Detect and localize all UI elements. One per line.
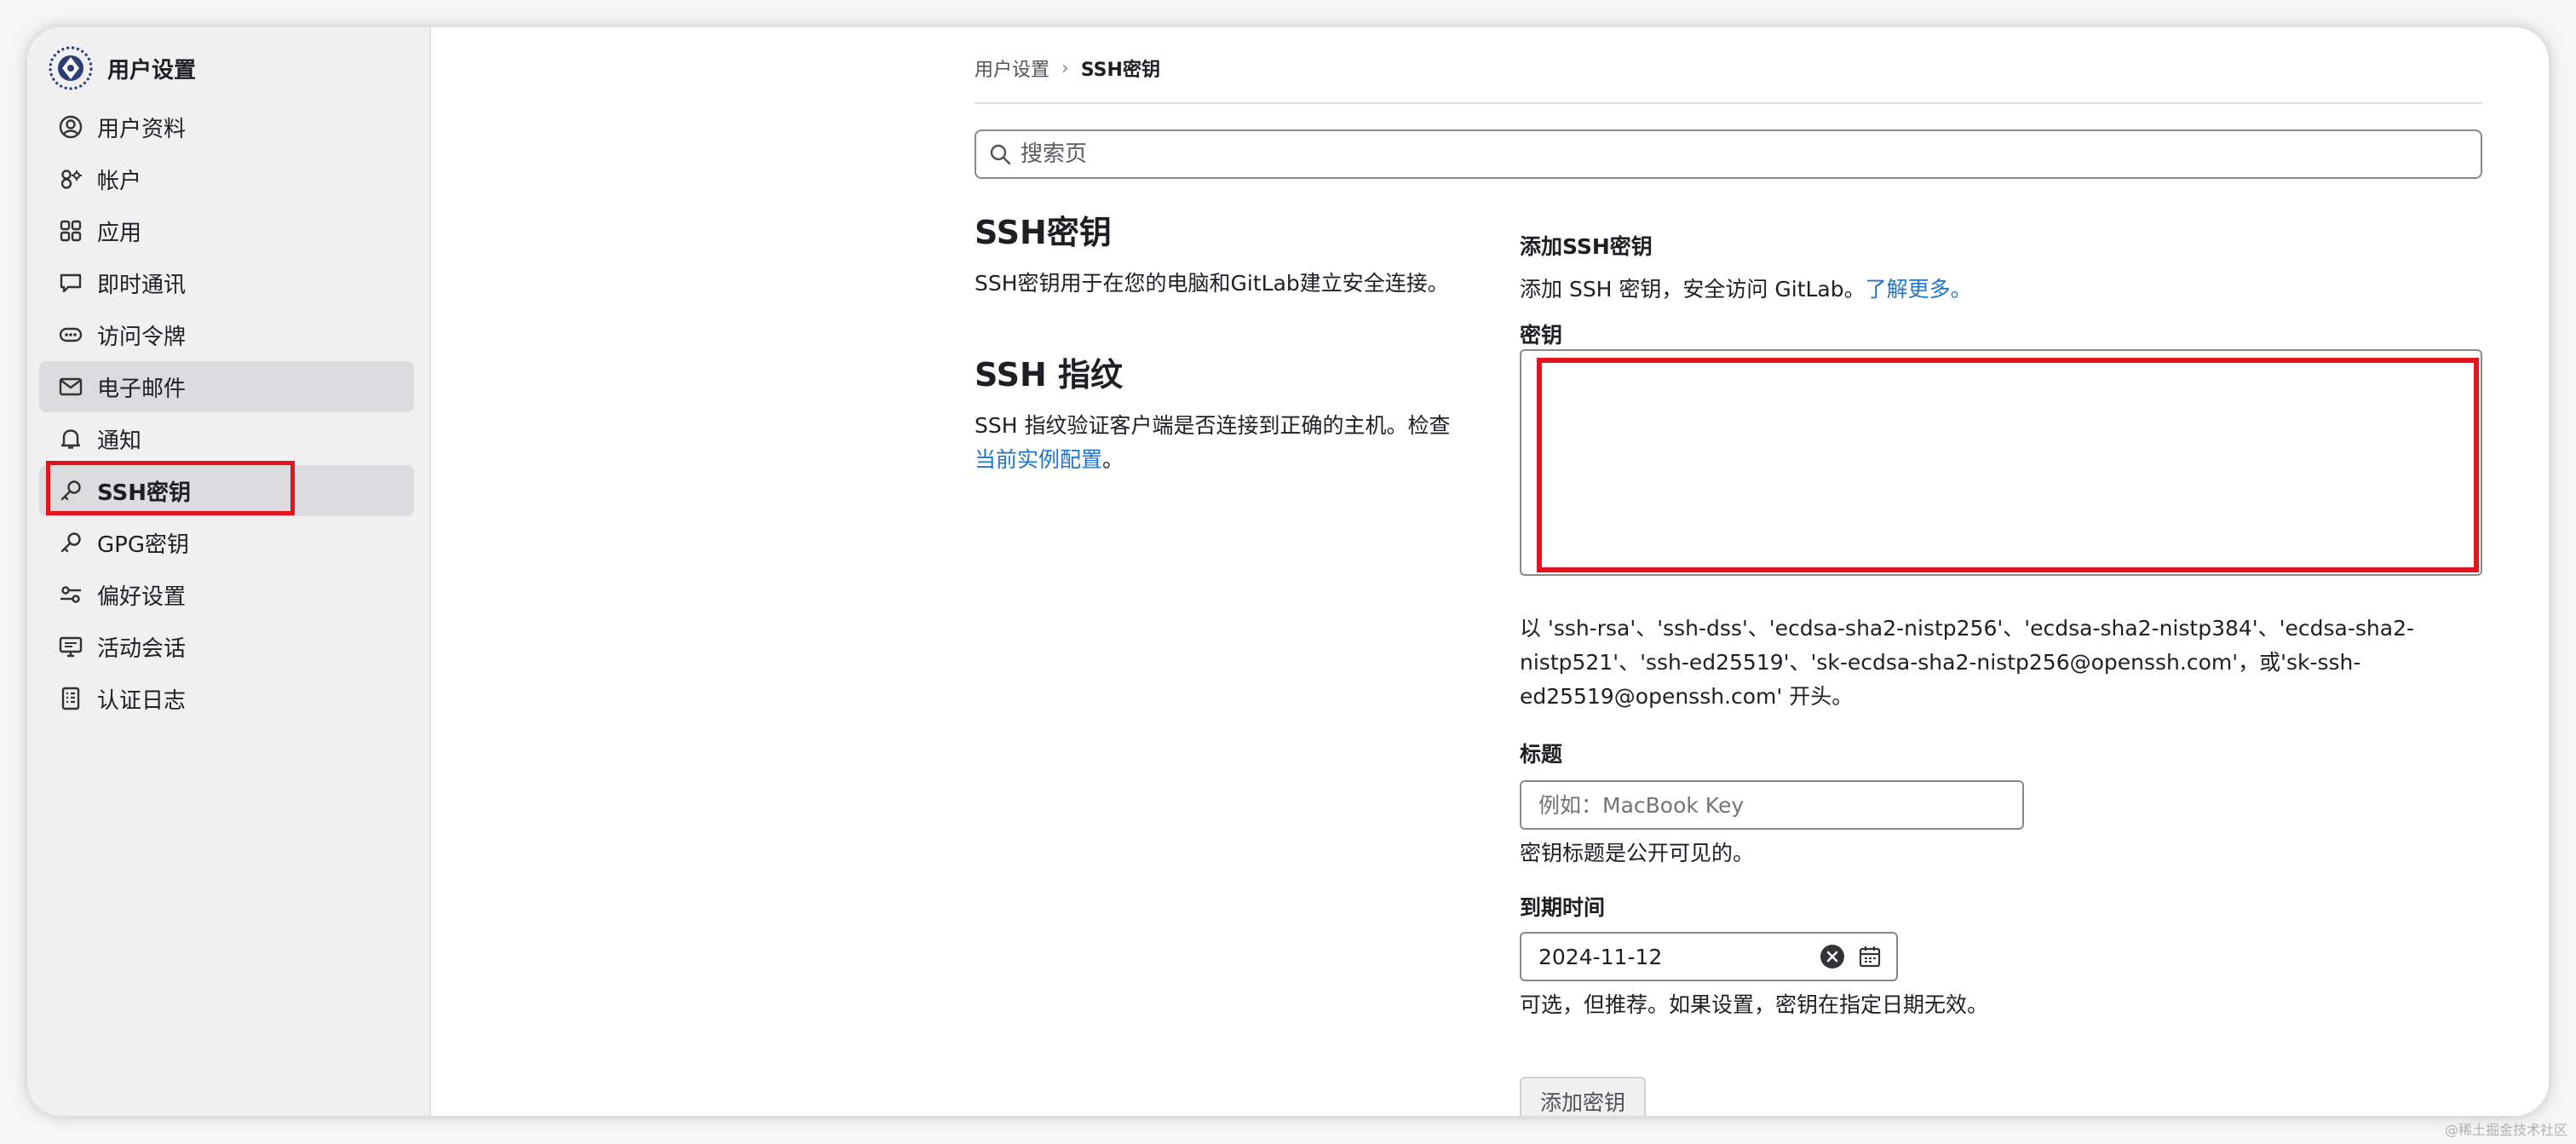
sidebar-item-label: 活动会话 [97, 635, 187, 662]
profile-icon [59, 115, 83, 139]
sidebar-item-label: 通知 [97, 428, 142, 454]
watermark: @稀土掘金技术社区 [2444, 1122, 2567, 1138]
fingerprint-description-suffix: 。 [1102, 447, 1124, 472]
info-column: SSH密钥 SSH密钥用于在您的电脑和GitLab建立安全连接。 SSH 指纹 … [975, 206, 1452, 477]
bell-icon [60, 429, 81, 449]
expiry-help-text: 可选，但推荐。如果设置，密钥在指定日期无效。 [1520, 992, 1989, 1017]
sidebar-item-label: GPG密钥 [97, 532, 189, 558]
token-icon [59, 327, 83, 342]
sidebar-item-applications[interactable]: 应用 [39, 205, 414, 256]
instance-config-link[interactable]: 当前实例配置 [975, 447, 1102, 472]
sidebar-item-label: 认证日志 [97, 687, 187, 714]
sidebar-item-auth-log[interactable]: 认证日志 [39, 673, 414, 724]
sidebar-item-chat[interactable]: 即时通讯 [39, 257, 414, 308]
sidebar-item-label: SSH密钥 [97, 480, 192, 506]
sidebar-item-active-sessions[interactable]: 活动会话 [39, 621, 414, 672]
sidebar-item-label: 即时通讯 [97, 272, 187, 298]
learn-more-link[interactable]: 了解更多 [1866, 277, 1951, 302]
sidebar-item-label: 偏好设置 [97, 583, 187, 610]
search-input[interactable] [1019, 141, 2481, 168]
key-highlight-annotation [1537, 358, 2479, 572]
sidebar-item-label: 访问令牌 [97, 324, 187, 350]
sidebar-item-email[interactable]: 电子邮件 [39, 361, 414, 412]
add-key-intro-text: 添加 SSH 密钥，安全访问 GitLab。 [1520, 277, 1866, 302]
ssh-keys-title: SSH密钥 [975, 214, 1112, 251]
expiry-date-input[interactable]: 2024-11-12 [1520, 932, 1898, 981]
sidebar-item-label: 用户资料 [97, 116, 187, 142]
app-window: 用户设置 用户资料 帐户 应用 即时通讯 访问令牌 电子邮件 通知 SSH密钥 … [27, 27, 2549, 1116]
chat-icon [60, 273, 82, 293]
sidebar-item-label: 电子邮件 [97, 376, 187, 402]
key-icon [60, 480, 81, 501]
title-input[interactable] [1520, 780, 2024, 830]
applications-icon [60, 220, 82, 242]
mail-icon [59, 377, 83, 396]
search-icon [990, 144, 1011, 165]
sidebar-item-account[interactable]: 帐户 [39, 153, 414, 204]
account-icon [60, 170, 82, 189]
add-key-title: 添加SSH密钥 [1520, 234, 1653, 259]
breadcrumb-root[interactable]: 用户设置 [975, 55, 1049, 82]
chevron-right-icon: › [1061, 57, 1069, 79]
key-textarea[interactable] [1520, 349, 2482, 576]
sidebar-item-access-tokens[interactable]: 访问令牌 [39, 309, 414, 360]
sidebar: 用户设置 用户资料 帐户 应用 即时通讯 访问令牌 电子邮件 通知 SSH密钥 … [27, 27, 431, 1116]
breadcrumb: 用户设置 › SSH密钥 [975, 55, 1160, 82]
key-label: 密钥 [1520, 323, 1563, 348]
key-icon [60, 532, 81, 553]
breadcrumb-current: SSH密钥 [1080, 60, 1160, 81]
sidebar-title: 用户设置 [107, 57, 197, 83]
sidebar-nav: 用户资料 帐户 应用 即时通讯 访问令牌 电子邮件 通知 SSH密钥 GPG密钥… [39, 101, 414, 725]
key-help-text: 以 'ssh-rsa'、'ssh-dss'、'ecdsa-sha2-nistp2… [1520, 616, 2415, 709]
ssh-keys-description: SSH密钥用于在您的电脑和GitLab建立安全连接。 [975, 271, 1449, 296]
fingerprint-title: SSH 指纹 [975, 356, 1124, 394]
log-icon [61, 687, 80, 710]
fingerprint-description: SSH 指纹验证客户端是否连接到正确的主机。检查当前实例配置。 [975, 409, 1452, 477]
sidebar-item-notifications[interactable]: 通知 [39, 413, 414, 464]
search-box[interactable] [975, 129, 2482, 179]
title-help-text: 密钥标题是公开可见的。 [1520, 841, 1755, 865]
sidebar-item-preferences[interactable]: 偏好设置 [39, 569, 414, 620]
header-divider [975, 102, 2482, 104]
sidebar-item-ssh-keys[interactable]: SSH密钥 [39, 465, 414, 516]
sidebar-item-profile[interactable]: 用户资料 [39, 101, 414, 152]
logo-icon [49, 46, 93, 90]
sidebar-item-label: 帐户 [97, 168, 142, 194]
add-key-intro-suffix: 。 [1950, 277, 1972, 302]
title-label: 标题 [1520, 742, 1563, 767]
clear-icon[interactable] [1818, 942, 1847, 971]
add-key-button[interactable]: 添加密钥 [1520, 1077, 1647, 1116]
preferences-icon [60, 586, 81, 603]
fingerprint-description-text: SSH 指纹验证客户端是否连接到正确的主机。检查 [975, 413, 1451, 438]
sidebar-brand[interactable]: 用户设置 [48, 44, 196, 92]
sidebar-item-label: 应用 [97, 220, 142, 246]
expiry-label: 到期时间 [1520, 895, 1606, 920]
calendar-icon[interactable] [1857, 944, 1883, 969]
expiry-date-value: 2024-11-12 [1538, 944, 1663, 969]
add-key-intro: 添加 SSH 密钥，安全访问 GitLab。了解更多。 [1520, 273, 1972, 307]
monitor-icon [59, 636, 83, 658]
sidebar-item-gpg-keys[interactable]: GPG密钥 [39, 517, 414, 568]
